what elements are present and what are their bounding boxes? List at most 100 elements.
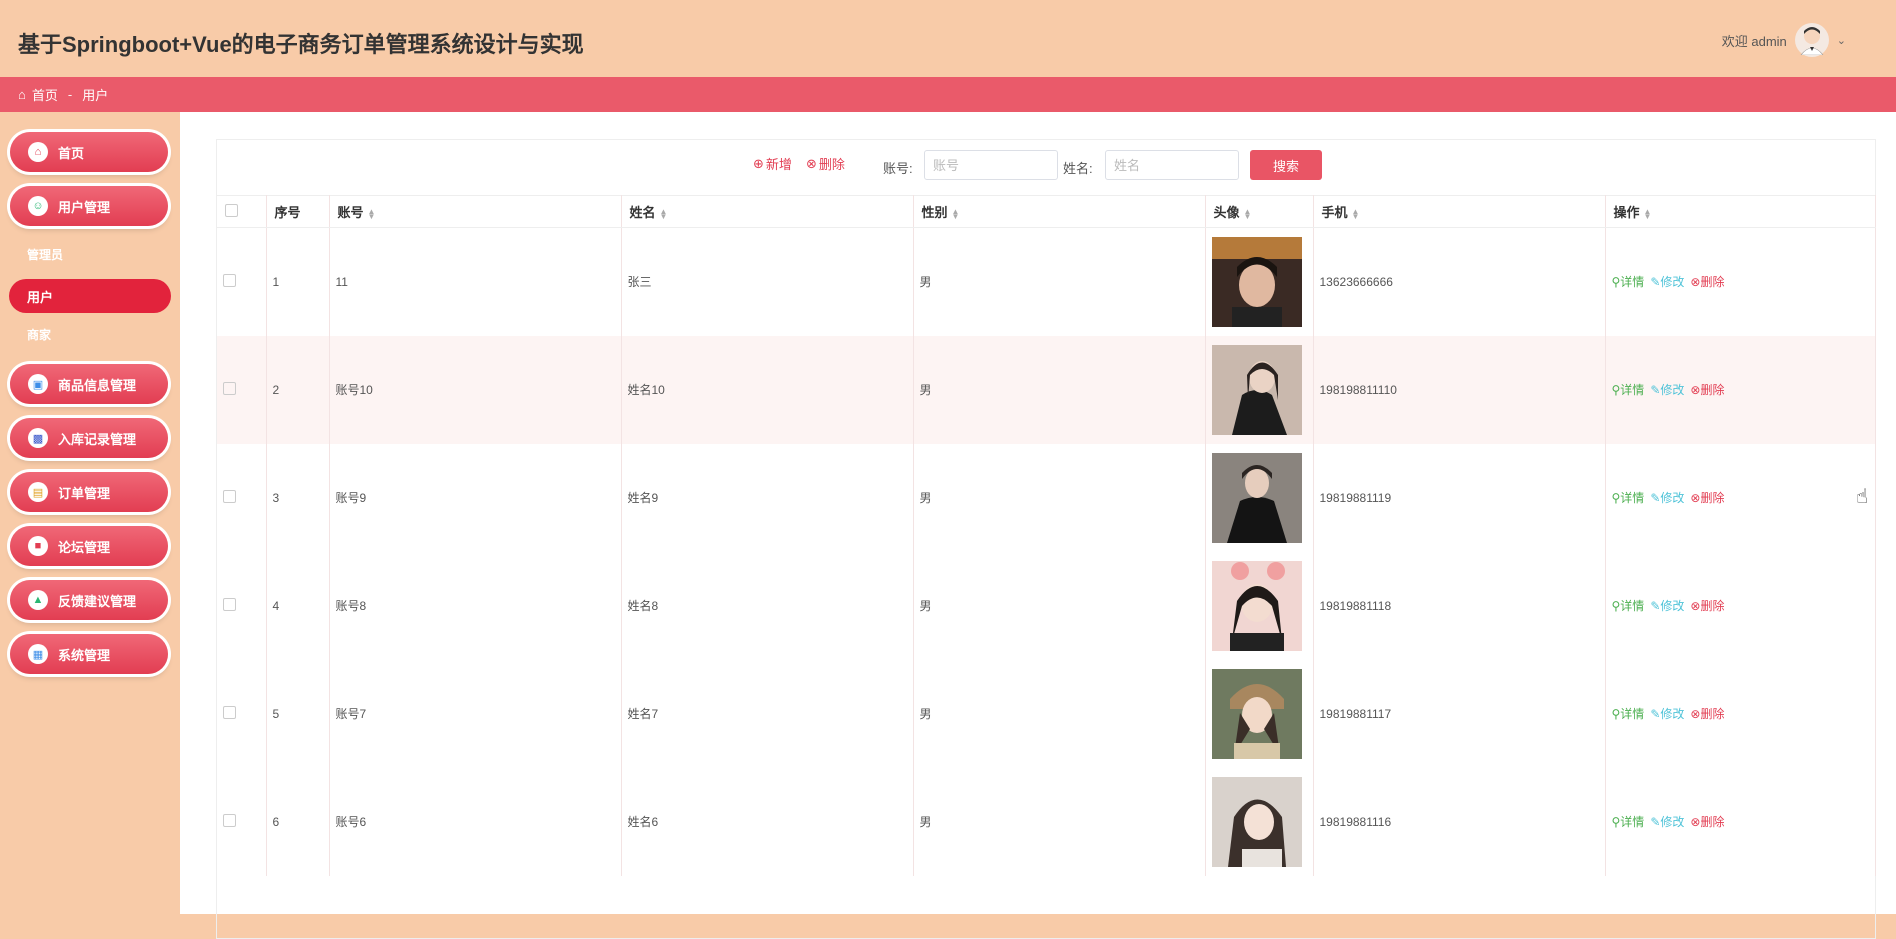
- column-header-phone[interactable]: 手机 ▲ ▼: [1313, 195, 1606, 228]
- table-row[interactable]: 5 账号7 姓名7 男 19819881117 ⚲详情 ✎修改 ⊗删除: [217, 659, 1876, 768]
- header-label: 账号: [337, 205, 364, 220]
- detail-button[interactable]: ⚲详情: [1612, 597, 1645, 614]
- account-label: 账号:: [883, 161, 913, 176]
- row-checkbox[interactable]: [223, 381, 236, 395]
- search-icon: ⚲: [1611, 599, 1621, 613]
- delete-button[interactable]: ⊗删除: [1690, 381, 1724, 398]
- edit-button[interactable]: ✎修改: [1650, 489, 1684, 506]
- edit-label: 修改: [1660, 599, 1685, 613]
- add-icon: ⊕: [753, 155, 764, 171]
- delete-button[interactable]: ⊗删除: [1690, 597, 1724, 614]
- cell-index: 3: [266, 443, 330, 552]
- breadcrumb-current: 用户: [82, 88, 109, 103]
- edit-button[interactable]: ✎修改: [1650, 813, 1684, 830]
- edit-label: 修改: [1660, 491, 1685, 505]
- edit-label: 修改: [1660, 275, 1685, 290]
- sidebar-item-system[interactable]: ▦ 系统管理: [10, 634, 168, 674]
- delete-button[interactable]: ⊗删除: [1690, 813, 1724, 830]
- sidebar-item-label: 反馈建议管理: [58, 593, 137, 609]
- cell-avatar: [1205, 551, 1314, 660]
- edit-button[interactable]: ✎修改: [1650, 273, 1684, 290]
- feedback-icon: ▲: [28, 590, 48, 610]
- table-row[interactable]: 2 账号10 姓名10 男 198198811110 ⚲详情 ✎修改 ⊗删除: [217, 335, 1876, 444]
- column-header-name[interactable]: 姓名 ▲ ▼: [621, 195, 914, 228]
- avatar[interactable]: [1794, 23, 1829, 57]
- cell-gender: 男: [913, 443, 1206, 552]
- detail-button[interactable]: ⚲详情: [1612, 705, 1645, 722]
- sort-icon[interactable]: ▲ ▼: [1244, 207, 1252, 220]
- sidebar-item-home[interactable]: ⌂ 首页: [10, 132, 168, 172]
- batch-delete-button[interactable]: ⊗ 删除: [806, 154, 845, 173]
- sidebar-item-orders[interactable]: ▤ 订单管理: [10, 472, 168, 512]
- column-header-avatar[interactable]: 头像 ▲ ▼: [1205, 195, 1314, 228]
- delete-button[interactable]: ⊗删除: [1690, 705, 1724, 722]
- cell-phone: 19819881118: [1313, 551, 1606, 660]
- cell-phone: 198198811110: [1313, 335, 1606, 444]
- sort-icon[interactable]: ▲ ▼: [368, 207, 376, 220]
- chevron-down-icon[interactable]: ⌄: [1837, 34, 1846, 47]
- table-row[interactable]: 1 11 张三 男 13623666666 ⚲详情 ✎修改 ⊗删除: [217, 227, 1876, 336]
- sidebar-item-inbound-records[interactable]: ▩ 入库记录管理: [10, 418, 168, 458]
- edit-button[interactable]: ✎修改: [1650, 597, 1684, 614]
- card-icon: ▣: [28, 374, 48, 394]
- cell-index: 5: [266, 659, 330, 768]
- sort-icon[interactable]: ▲ ▼: [952, 207, 960, 220]
- delete-button[interactable]: ⊗删除: [1690, 489, 1724, 506]
- sidebar-subitem-user[interactable]: 用户: [9, 279, 171, 313]
- row-checkbox[interactable]: [223, 705, 236, 719]
- detail-label: 详情: [1620, 491, 1645, 505]
- user-menu[interactable]: 欢迎 admin ⌄: [1722, 23, 1846, 57]
- sort-icon[interactable]: ▲ ▼: [660, 207, 668, 220]
- cell-gender: 男: [913, 767, 1206, 876]
- table-row[interactable]: 3 账号9 姓名9 男 19819881119 ⚲详情 ✎修改 ⊗删除: [217, 443, 1876, 552]
- delete-label: 删除: [1700, 491, 1725, 505]
- detail-button[interactable]: ⚲详情: [1612, 273, 1645, 290]
- sort-icon[interactable]: ▲ ▼: [1352, 207, 1360, 220]
- delete-button[interactable]: ⊗删除: [1690, 273, 1724, 290]
- sidebar-item-user-management[interactable]: ☺ 用户管理: [10, 186, 168, 226]
- column-header-account[interactable]: 账号 ▲ ▼: [329, 195, 622, 228]
- bag-icon: ▤: [28, 482, 48, 502]
- cell-actions: ⚲详情 ✎修改 ⊗删除: [1605, 767, 1876, 876]
- breadcrumb-home[interactable]: 首页: [32, 85, 58, 104]
- column-header-index: 序号: [266, 195, 330, 228]
- search-button[interactable]: 搜索: [1250, 150, 1322, 180]
- row-checkbox[interactable]: [223, 813, 236, 827]
- table-row[interactable]: 6 账号6 姓名6 男 19819881116 ⚲详情 ✎修改 ⊗删除: [217, 767, 1876, 876]
- cell-index: 1: [266, 227, 330, 336]
- name-search-input[interactable]: [1105, 150, 1239, 180]
- detail-button[interactable]: ⚲详情: [1612, 489, 1645, 506]
- account-search-input[interactable]: [924, 150, 1058, 180]
- row-checkbox[interactable]: [223, 597, 236, 611]
- user-avatar-photo: [1211, 452, 1302, 543]
- sidebar-item-product-info[interactable]: ▣ 商品信息管理: [10, 364, 168, 404]
- table-row[interactable]: 4 账号8 姓名8 男 19819881118 ⚲详情 ✎修改 ⊗删除: [217, 551, 1876, 660]
- edit-button[interactable]: ✎修改: [1650, 705, 1684, 722]
- cell-actions: ⚲详情 ✎修改 ⊗删除: [1605, 659, 1876, 768]
- close-circle-icon: ⊗: [1690, 815, 1701, 829]
- detail-button[interactable]: ⚲详情: [1612, 381, 1645, 398]
- edit-icon: ✎: [1650, 707, 1661, 721]
- cell-avatar: [1205, 227, 1314, 336]
- delete-icon: ⊗: [806, 155, 817, 171]
- sidebar-item-feedback[interactable]: ▲ 反馈建议管理: [10, 580, 168, 620]
- cell-name: 张三: [621, 227, 914, 336]
- sidebar-subitem-admin[interactable]: 管理员: [27, 246, 63, 263]
- user-avatar-photo: [1211, 560, 1302, 651]
- sort-icon[interactable]: ▲ ▼: [1644, 207, 1652, 220]
- sidebar-item-forum[interactable]: ■ 论坛管理: [10, 526, 168, 566]
- row-checkbox[interactable]: [223, 273, 236, 287]
- cell-actions: ⚲详情 ✎修改 ⊗删除: [1605, 227, 1876, 336]
- column-header-actions[interactable]: 操作 ▲ ▼: [1605, 195, 1876, 228]
- cell-actions: ⚲详情 ✎修改 ⊗删除: [1605, 335, 1876, 444]
- select-all-checkbox[interactable]: [225, 203, 238, 217]
- detail-button[interactable]: ⚲详情: [1612, 813, 1645, 830]
- add-button[interactable]: ⊕ 新增: [753, 154, 792, 173]
- edit-button[interactable]: ✎修改: [1650, 381, 1684, 398]
- column-header-gender[interactable]: 性别 ▲ ▼: [913, 195, 1206, 228]
- delete-label: 删除: [1700, 383, 1725, 397]
- sidebar-subitem-merchant[interactable]: 商家: [27, 326, 51, 343]
- toolbar: ⊕ 新增 ⊗ 删除 账号: 姓名: 搜索: [217, 140, 1875, 195]
- cell-gender: 男: [913, 335, 1206, 444]
- row-checkbox[interactable]: [223, 489, 236, 503]
